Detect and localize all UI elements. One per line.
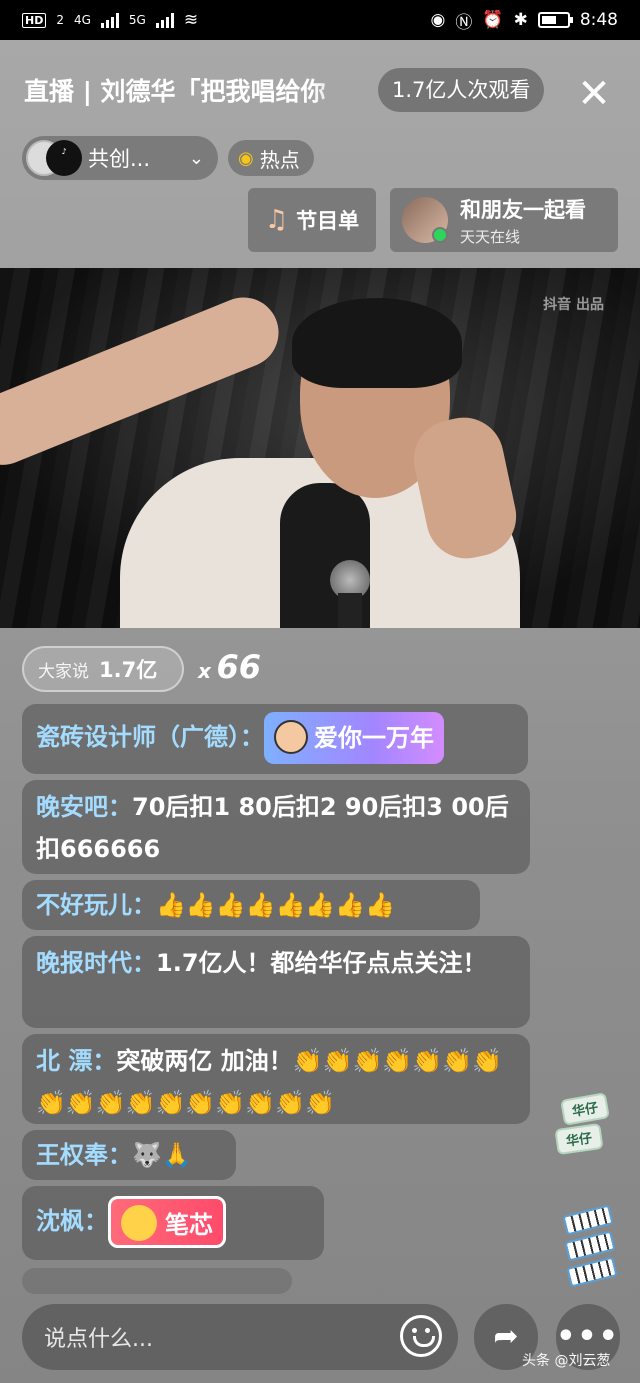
bluetooth-icon: ✱ [513,10,528,30]
comment-input[interactable]: 说点什么... [22,1304,458,1370]
cocreate-label: 共创... [88,147,151,171]
piano-widget[interactable] [560,1180,618,1290]
cocreate-avatars: ♪ [26,140,82,176]
sticker-text: 笔芯 [165,1211,213,1239]
alarm-icon: ⏰ [482,10,504,30]
program-label: 节目单 [296,209,360,233]
source-credit: 头条 @刘云葱 [522,1353,611,1369]
thumbs-up-emojis: 👍👍👍👍👍👍👍👍 [156,891,396,919]
chat-emojis: 🐺🙏 [132,1141,192,1169]
chat-message[interactable]: 王权奉：🐺🙏 [22,1130,236,1180]
hd-badge: HD [22,12,47,28]
chat-username: 北 漂： [36,1047,117,1075]
network-4g-label: 4G [73,13,91,27]
everyone-says-label: 大家说 [38,661,89,682]
live-video[interactable]: 抖音 出品 [0,268,640,628]
cartoon-face-icon [274,720,308,754]
piano-key-icon [566,1256,618,1288]
friend-avatar [402,197,448,243]
chat-message[interactable]: 沈枫： 笔芯 [22,1186,324,1260]
combo-x: x [198,659,211,683]
status-right: ◉ Ⓝ ⏰ ✱ 8:48 [431,8,618,33]
music-note-icon: ♫ [264,205,289,235]
chat-text: 1.7亿人！都给华仔点点关注！ [156,949,487,977]
fan-card-2: 华仔 [554,1122,604,1156]
fan-card-widget[interactable]: 华仔 华仔 [554,1060,616,1160]
chat-username: 王权奉： [36,1141,132,1169]
sticker-text: 爱你一万年 [314,724,434,752]
singer-hair [292,298,462,388]
battery-icon [537,12,573,28]
watch-together-subtitle: 天天在线 [460,227,521,246]
combo-count: 66 [216,648,262,686]
chat-message[interactable]: 不好玩儿：👍👍👍👍👍👍👍👍 [22,880,480,930]
hot-label: 热点 [259,147,300,172]
watch-together-title: 和朋友一起看 [460,197,586,222]
chat-message[interactable]: 北 漂：突破两亿 加油！👏👏👏👏👏👏👏👏👏👏👏👏👏👏👏👏👏 [22,1034,530,1124]
close-button[interactable]: ✕ [572,72,616,116]
program-list-button[interactable]: ♫ 节目单 [248,188,376,252]
chat-username: 晚安吧： [36,793,132,821]
nfc-icon: Ⓝ [455,12,473,33]
love-sticker: 爱你一万年 [264,712,444,764]
clock: 8:48 [579,10,618,30]
comment-placeholder: 说点什么... [44,1327,153,1352]
chat-username: 瓷砖设计师（广德）： [36,723,264,751]
live-title: 直播 | 刘德华「把我唱给你 [24,77,326,106]
network-5g-label: 5G [128,13,146,27]
chat-message[interactable]: 晚安吧：70后扣1 80后扣2 90后扣3 00后扣666666 [22,780,530,874]
sim-badge: 2 [56,13,64,27]
heart-sticker: 笔芯 [108,1196,226,1248]
chick-face-icon [121,1205,157,1241]
flame-icon: ◉ [238,147,254,169]
emoji-smile-icon[interactable] [400,1315,442,1357]
chat-username: 晚报时代： [36,949,156,977]
chat-username: 沈枫： [36,1207,108,1235]
eye-icon: ◉ [430,10,446,30]
microphone-handle [338,593,362,628]
douyin-logo-icon: ♪ [46,140,82,176]
status-bar: HD 2 4G 5G ≋ ◉ Ⓝ ⏰ ✱ 8:48 [0,0,640,40]
chat-message[interactable]: 瓷砖设计师（广德）： 爱你一万年 [22,704,528,774]
hot-button[interactable]: ◉ 热点 [228,140,314,176]
watch-together-text: 和朋友一起看 天天在线 [460,194,586,247]
cocreate-button[interactable]: ♪ 共创... ⌄ [22,136,218,180]
chat-message[interactable]: 晚报时代：1.7亿人！都给华仔点点关注！ [22,936,530,1028]
viewer-count-badge[interactable]: 1.7亿人次观看 [378,68,545,112]
everyone-says-count: 1.7亿 [99,658,158,682]
douyin-watermark: 抖音 出品 [543,297,604,313]
fan-card-1: 华仔 [560,1092,610,1126]
watch-together-button[interactable]: 和朋友一起看 天天在线 [390,188,618,252]
status-left: HD 2 4G 5G ≋ [22,10,198,30]
faded-chat-message [22,1268,292,1294]
chat-username: 不好玩儿： [36,891,156,919]
like-combo: x 66 [198,648,261,686]
signal-icon [100,12,119,28]
chevron-down-icon: ⌄ [188,147,204,169]
signal-icon-2 [155,12,174,28]
everyone-says-badge[interactable]: 大家说 1.7亿 [22,646,184,692]
wifi-icon: ≋ [183,10,199,30]
